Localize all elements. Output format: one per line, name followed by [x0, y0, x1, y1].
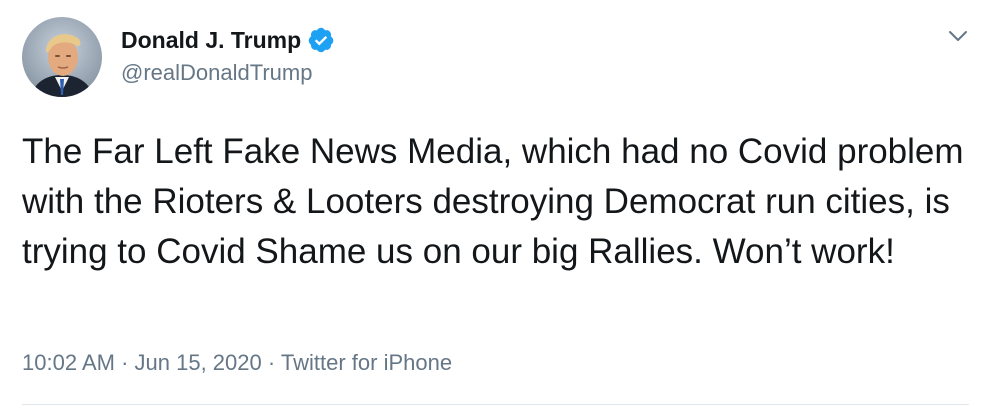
- tweet-meta: 10:02 AM · Jun 15, 2020 · Twitter for iP…: [22, 350, 452, 376]
- tweet-time[interactable]: 10:02 AM: [22, 350, 115, 375]
- tweet-card: Donald J. Trump @realDonaldTrump The Far…: [0, 0, 991, 414]
- author-info: Donald J. Trump @realDonaldTrump: [121, 24, 335, 86]
- profile-photo-image: [22, 17, 102, 97]
- tweet-text: The Far Left Fake News Media, which had …: [22, 132, 964, 271]
- avatar[interactable]: [22, 17, 102, 97]
- handle[interactable]: @realDonaldTrump: [121, 60, 335, 86]
- chevron-down-icon[interactable]: [947, 25, 969, 47]
- meta-separator: ·: [114, 350, 135, 375]
- display-name[interactable]: Donald J. Trump: [121, 27, 301, 54]
- tweet-source[interactable]: Twitter for iPhone: [281, 350, 452, 375]
- name-row: Donald J. Trump: [121, 24, 335, 56]
- verified-badge-icon: [307, 26, 335, 54]
- divider: [22, 404, 969, 405]
- meta-separator: ·: [261, 350, 281, 375]
- tweet-date[interactable]: Jun 15, 2020: [135, 350, 262, 375]
